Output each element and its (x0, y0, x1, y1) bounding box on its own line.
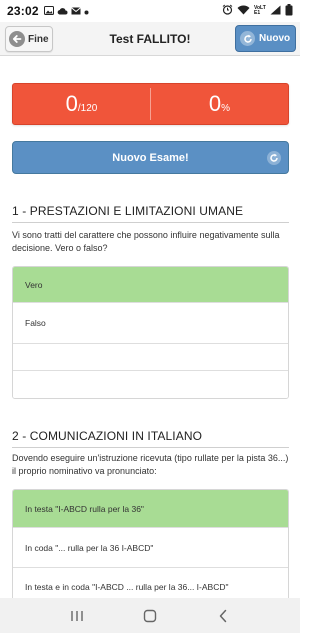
score-percent: 0 % (151, 84, 288, 124)
nuovo-button[interactable]: Nuovo (235, 25, 296, 52)
mail-icon (70, 4, 81, 18)
score-percent-value: 0 (208, 91, 222, 116)
answer-option-correct[interactable]: Vero (13, 267, 288, 303)
answer-text: In testa "I-ABCD rulla per la 36" (25, 503, 144, 514)
answer-list: In testa "I-ABCD rulla per la 36" In cod… (12, 489, 289, 604)
cloud-icon (57, 4, 68, 18)
home-icon[interactable] (135, 604, 165, 628)
score-total: /120 (77, 103, 98, 114)
answer-text: Falso (25, 318, 46, 328)
question-text: Dovendo eseguire un'istruzione ricevuta … (12, 453, 289, 476)
system-nav-bar (0, 598, 300, 633)
photo-icon (43, 4, 54, 18)
answer-list: Vero Falso (12, 266, 289, 399)
answer-text: Vero (25, 279, 43, 290)
new-exam-button[interactable]: Nuovo Esame! (12, 141, 289, 174)
app-header: Test FALLITO! Fine Nuovo (0, 22, 300, 56)
recent-apps-icon[interactable] (62, 604, 92, 628)
nuovo-button-label: Nuovo (259, 33, 291, 44)
status-time: 23:02 (7, 4, 39, 18)
refresh-icon (240, 31, 255, 46)
score-panel: 0 /120 0 % (12, 83, 289, 125)
wifi-icon (237, 4, 250, 18)
dot-icon (84, 4, 89, 18)
fine-button[interactable]: Fine (5, 26, 53, 52)
answer-text: In testa e in coda "I-ABCD ... rulla per… (25, 581, 229, 592)
answer-option[interactable] (13, 371, 288, 398)
fine-button-label: Fine (28, 33, 49, 45)
new-exam-label: Nuovo Esame! (112, 151, 189, 164)
section-title: 2 - COMUNICAZIONI IN ITALIANO (12, 429, 289, 448)
answer-text: In coda "... rulla per la 36 I-ABCD" (25, 542, 154, 553)
answer-option[interactable]: Falso (13, 303, 288, 344)
score-percent-sign: % (221, 103, 231, 114)
back-icon[interactable] (208, 604, 238, 628)
network-label: VoLTE1 (254, 5, 266, 16)
alarm-icon (222, 4, 233, 18)
battery-icon (285, 3, 293, 19)
answer-option-correct[interactable]: In testa "I-ABCD rulla per la 36" (13, 490, 288, 528)
arrow-left-icon (9, 31, 25, 47)
signal-icon (270, 4, 281, 18)
answer-option[interactable]: In coda "... rulla per la 36 I-ABCD" (13, 528, 288, 568)
score-correct-value: 0 (65, 91, 78, 116)
status-bar: 23:02 VoLTE1 (0, 0, 300, 22)
question-text: Vi sono tratti del carattere che possono… (12, 230, 280, 253)
score-correct: 0 /120 (13, 84, 150, 124)
refresh-icon (267, 151, 281, 165)
section-title: 1 - PRESTAZIONI E LIMITAZIONI UMANE (12, 204, 289, 223)
answer-option[interactable] (13, 344, 288, 371)
